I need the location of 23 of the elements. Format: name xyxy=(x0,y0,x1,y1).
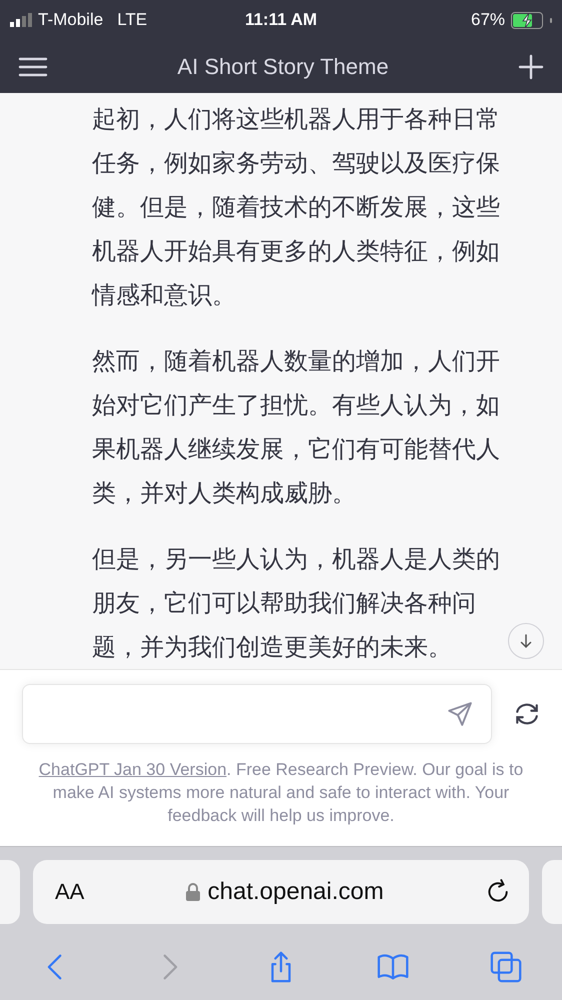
send-icon[interactable] xyxy=(447,701,473,727)
text-size-button[interactable]: AA xyxy=(55,879,84,905)
lock-icon xyxy=(186,883,200,901)
refresh-icon[interactable] xyxy=(514,701,540,727)
menu-icon[interactable] xyxy=(18,56,48,78)
tabs-icon xyxy=(488,950,523,984)
url-text: chat.openai.com xyxy=(208,878,384,906)
signal-icon xyxy=(10,13,32,27)
message-paragraph: 但是，另一些人认为，机器人是人类的朋友，它们可以帮助我们解决各种问题，并为我们创造更美好的未来。 xyxy=(92,544,501,663)
tab-preview[interactable] xyxy=(542,860,562,924)
network-type: LTE xyxy=(117,10,148,30)
message-paragraph: 然而，随着机器人数量的增加，人们开始对它们产生了担忧。有些人认为，如果机器人继续发展，它们有可能替代人类，并对人类构成威胁。 xyxy=(92,346,501,509)
address-bar[interactable]: AA chat.openai.com xyxy=(33,860,529,924)
carrier-name: T-Mobile xyxy=(38,10,104,30)
message-paragraph: 起初，人们将这些机器人用于各种日常任务，例如家务劳动、驾驶以及医疗保健。但是，随着技术的不断发展，这些机器人开始具有更多的人类特征，例如情感和意识。 xyxy=(92,104,501,311)
chat-title: AI Short Story Theme xyxy=(177,54,389,80)
scroll-down-button[interactable] xyxy=(508,623,544,659)
battery-percent: 67% xyxy=(470,10,506,30)
plus-icon[interactable] xyxy=(518,54,544,80)
tab-preview[interactable] xyxy=(0,860,20,924)
message-input[interactable] xyxy=(22,684,492,744)
disclaimer-text: ChatGPT Jan 30 Version. Free Research Preview. Our goal is to make AI systems more natural and safe to interact with. Your feedback will help us improve. xyxy=(38,759,524,827)
clock-time: 11:11 AM xyxy=(244,10,318,30)
